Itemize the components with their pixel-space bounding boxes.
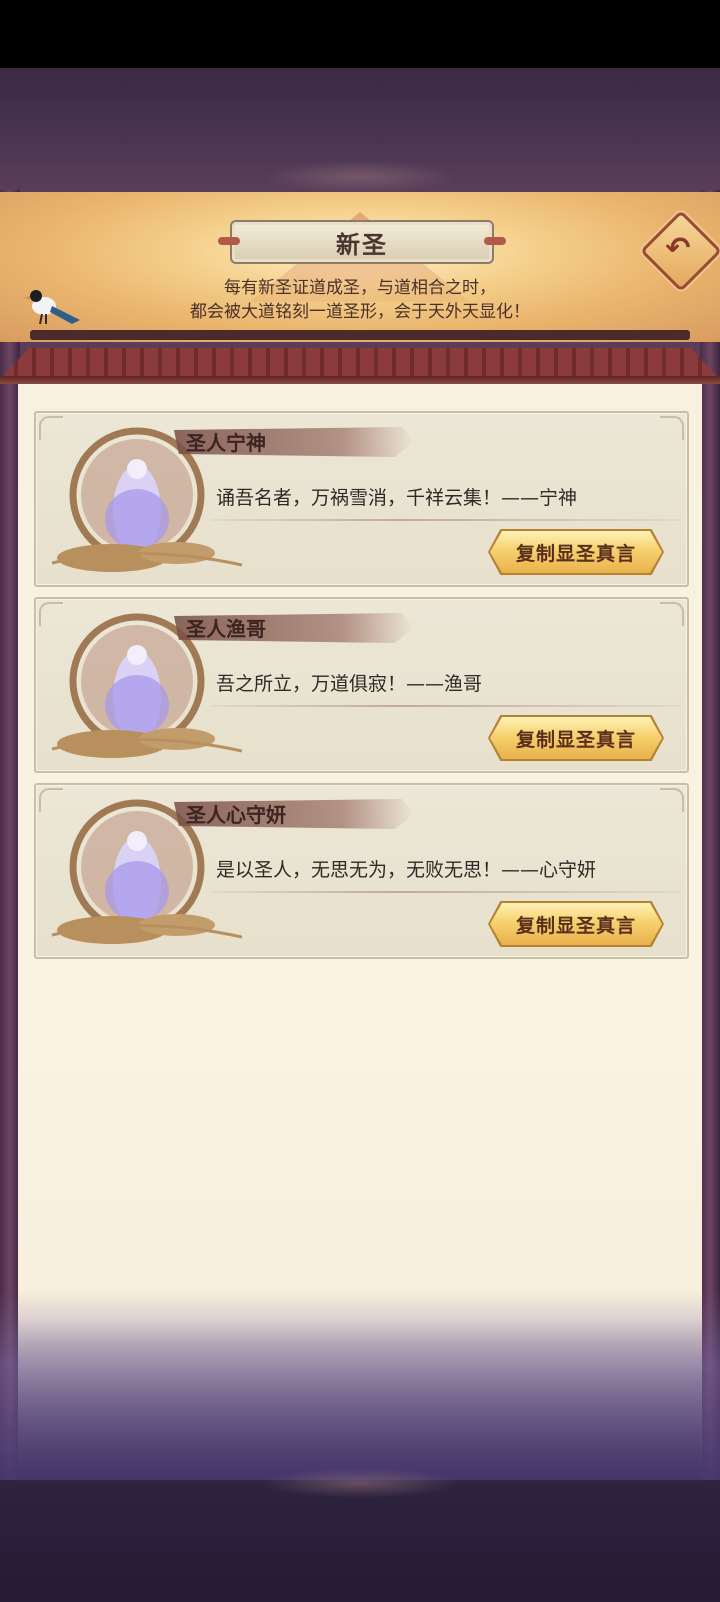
magpie-bird-icon [24,290,80,325]
saint-card: 圣人宁神 诵吾名者，万祸雪消，千祥云集！——宁神 复制显圣真言 [34,411,689,587]
page-title: 新圣 [336,230,388,259]
saint-quote: 是以圣人，无思无为，无败无思！——心守妍 [216,859,597,881]
saint-card: 圣人渔哥 吾之所立，万道俱寂！——渔哥 复制显圣真言 [34,597,689,773]
copy-button-label: 复制显圣真言 [515,914,636,937]
bottom-ornament [260,1468,460,1498]
return-arrow-icon[interactable]: ↶ [652,222,704,274]
saint-name: 圣人宁神 [186,431,266,455]
saint-quote: 吾之所立，万道俱寂！——渔哥 [216,673,483,695]
saint-card: 圣人心守妍 是以圣人，无思无为，无败无思！——心守妍 复制显圣真言 [34,783,689,959]
roof-decoration [0,330,720,386]
screen: 新圣 每有新圣证道成圣，与道相合之时， 都会被大道铭刻一道圣形，会于天外天显化！… [0,0,720,1602]
copy-button-label: 复制显圣真言 [515,542,636,565]
title-plaque: 新圣 [218,220,506,264]
bottom-glow [0,1290,720,1480]
header-banner: 新圣 每有新圣证道成圣，与道相合之时， 都会被大道铭刻一道圣形，会于天外天显化！ [0,192,720,342]
saint-quote: 诵吾名者，万祸雪消，千祥云集！——宁神 [216,487,578,509]
subtitle-line-1: 每有新圣证道成圣，与道相合之时， [224,278,496,298]
saint-name: 圣人渔哥 [186,617,266,641]
saint-name: 圣人心守妍 [186,803,286,827]
copy-quote-button[interactable]: 复制显圣真言 [490,903,662,945]
copy-button-label: 复制显圣真言 [515,728,636,751]
top-ornament [260,160,460,194]
copy-quote-button[interactable]: 复制显圣真言 [490,531,662,573]
subtitle-line-2: 都会被大道铭刻一道圣形，会于天外天显化！ [190,302,530,322]
copy-quote-button[interactable]: 复制显圣真言 [490,717,662,759]
